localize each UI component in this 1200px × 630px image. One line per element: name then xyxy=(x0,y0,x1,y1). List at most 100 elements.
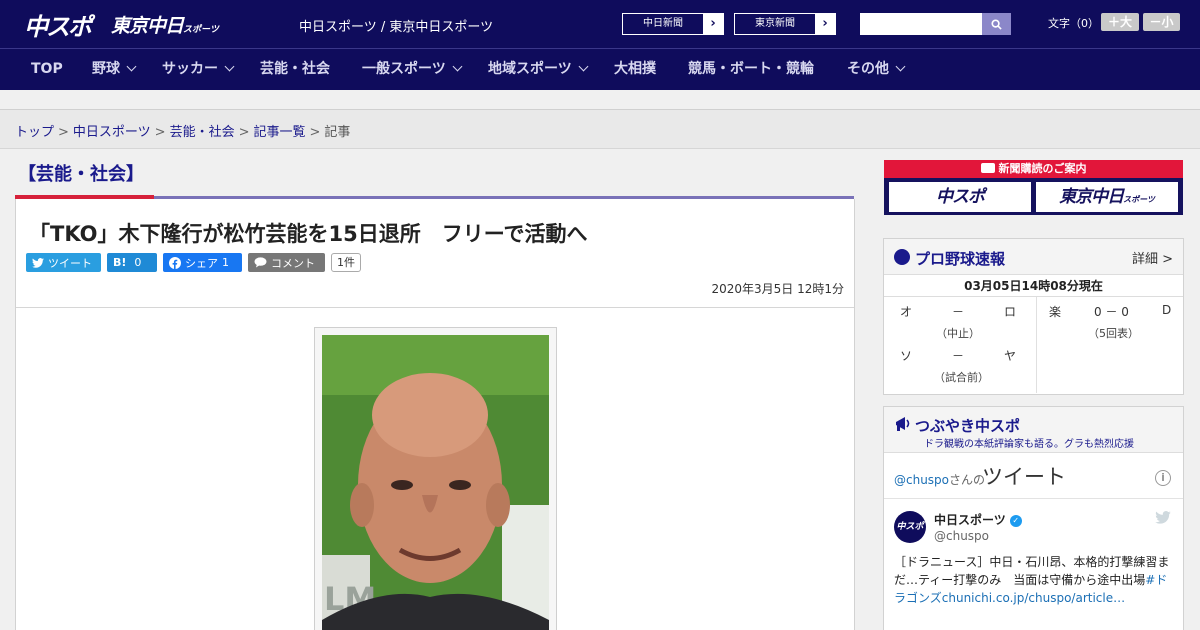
baseball-title: プロ野球速報 xyxy=(915,250,1006,268)
twitter-bird-icon xyxy=(1155,511,1171,524)
game-3-status: （試合前） xyxy=(934,371,989,384)
font-size-label: 文字（0） xyxy=(1048,17,1099,30)
tweet-label: ツイート xyxy=(48,256,92,270)
twitter-widget-title: つぶやき中スポ xyxy=(915,417,1021,435)
breadcrumb-current: 記事 xyxy=(324,125,351,140)
breadcrumb-separator: > xyxy=(309,125,321,140)
subscribe-chuspo-logo[interactable]: 中スポ xyxy=(889,182,1031,212)
game-1-away: ロ xyxy=(1004,305,1017,319)
nav-item-label: 競馬・ボート・競輪 xyxy=(688,61,814,77)
breadcrumb-separator: > xyxy=(154,125,166,140)
game-2-status: （5回表） xyxy=(1088,327,1139,340)
chunichi-shimbun-link[interactable]: 中日新聞 › xyxy=(622,13,724,35)
category-heading: 【芸能・社会】 xyxy=(18,164,144,185)
timeline-handle-suffix: さんの xyxy=(949,473,986,487)
font-size-up-button[interactable]: ＋大 xyxy=(1101,13,1139,31)
game-2-score: 0 － 0 xyxy=(1094,305,1129,319)
game-1-home: オ xyxy=(900,305,913,319)
game-1-status: （中止） xyxy=(936,327,980,340)
tokyo-shimbun-label: 東京新聞 xyxy=(735,14,815,34)
nav-item-2[interactable]: サッカー xyxy=(162,49,235,90)
nav-item-label: サッカー xyxy=(162,61,218,77)
breadcrumb-separator: > xyxy=(238,125,250,140)
subscribe-tokyo-small: スポーツ xyxy=(1123,195,1155,204)
baseball-games: オ － ロ （中止） 楽 0 － 0 D （5回表） ソ － ヤ （試合前） xyxy=(884,297,1183,393)
megaphone-icon xyxy=(896,417,910,431)
nav-item-label: TOP xyxy=(31,61,63,77)
nav-item-6[interactable]: 大相撲 xyxy=(614,49,656,90)
timeline-handle[interactable]: @chuspoさんの xyxy=(894,471,985,488)
photo-illustration: LM xyxy=(322,335,549,630)
comment-button[interactable]: コメント xyxy=(248,253,325,272)
tokyo-shimbun-link[interactable]: 東京新聞 › xyxy=(734,13,836,35)
tweet-url-link[interactable]: chunichi.co.jp/chuspo/article… xyxy=(942,591,1125,605)
info-icon[interactable]: i xyxy=(1155,470,1171,486)
chevron-down-icon xyxy=(452,61,463,72)
game-1-score: － xyxy=(952,305,965,319)
timeline-header: @chuspoさんの ツイート i xyxy=(884,453,1183,499)
tweet-author-name-text: 中日スポーツ xyxy=(934,513,1006,527)
nav-item-1[interactable]: 野球 xyxy=(92,49,137,90)
nav-item-0[interactable]: TOP xyxy=(31,49,63,90)
tweet-author-handle[interactable]: @chuspo xyxy=(934,529,989,543)
nav-item-label: 一般スポーツ xyxy=(362,61,446,77)
breadcrumb-link-1[interactable]: 中日スポーツ xyxy=(73,125,151,140)
tweet-button[interactable]: ツイート xyxy=(26,253,101,272)
nav-item-label: 大相撲 xyxy=(614,61,656,77)
search-icon xyxy=(991,18,1002,30)
chevron-right-icon: › xyxy=(710,16,716,31)
twitter-widget-header: つぶやき中スポ ドラ観戦の本紙評論家も語る。グラも熱烈応援 xyxy=(884,407,1183,453)
twitter-widget-subtitle: ドラ観戦の本紙評論家も語る。グラも熱烈応援 xyxy=(924,439,1134,450)
chevron-down-icon xyxy=(224,61,235,72)
breadcrumb-link-3[interactable]: 記事一覧 xyxy=(254,125,306,140)
game-2-away: D xyxy=(1162,303,1172,317)
chunichi-shimbun-label: 中日新聞 xyxy=(623,14,703,34)
nav-item-3[interactable]: 芸能・社会 xyxy=(260,49,330,90)
nav-item-label: 芸能・社会 xyxy=(260,61,330,77)
subscription-heading-text: 新聞購読のご案内 xyxy=(998,162,1087,175)
main-nav: TOP 野球 サッカー 芸能・社会 一般スポーツ 地域スポーツ 大相撲 競馬・ボート・競輪 その… xyxy=(0,48,1200,90)
nav-item-8[interactable]: その他 xyxy=(847,49,906,90)
breadcrumb-link-0[interactable]: トップ xyxy=(15,125,54,140)
baseball-scores-widget: プロ野球速報 詳細 > 03月05日14時08分現在 オ － ロ （中止） 楽 … xyxy=(883,238,1184,395)
nav-item-5[interactable]: 地域スポーツ xyxy=(488,49,589,90)
breadcrumb: トップ > 中日スポーツ > 芸能・社会 > 記事一覧 > 記事 xyxy=(15,121,350,140)
nav-item-label: 野球 xyxy=(92,61,120,77)
comment-count: 1件 xyxy=(331,253,361,272)
site-names: 中日スポーツ / 東京中日スポーツ xyxy=(299,20,494,35)
baseball-details-link[interactable]: 詳細 > xyxy=(1132,248,1173,267)
tokyo-chunichi-logo[interactable]: 東京中日スポーツ xyxy=(111,11,219,38)
newspaper-icon xyxy=(980,163,995,173)
nav-item-label: 地域スポーツ xyxy=(488,61,572,77)
game-3-score: － xyxy=(952,349,965,363)
avatar[interactable]: 中スポ xyxy=(894,511,926,543)
breadcrumb-link-2[interactable]: 芸能・社会 xyxy=(170,125,235,140)
chevron-right-icon: › xyxy=(822,16,828,31)
twitter-widget: つぶやき中スポ ドラ観戦の本紙評論家も語る。グラも熱烈応援 @chuspoさんの… xyxy=(883,406,1184,630)
tokyo-logo-main: 東京中日 xyxy=(111,15,184,37)
nav-item-4[interactable]: 一般スポーツ xyxy=(362,49,463,90)
breadcrumb-bar: トップ > 中日スポーツ > 芸能・社会 > 記事一覧 > 記事 xyxy=(0,110,1200,149)
font-size-down-button[interactable]: －小 xyxy=(1143,13,1180,31)
top-header: 中スポ 東京中日スポーツ 中日スポーツ / 東京中日スポーツ 中日新聞 › 東京… xyxy=(0,0,1200,48)
hatena-bookmark-icon: B! xyxy=(113,256,127,269)
facebook-share-button[interactable]: シェア 1 xyxy=(163,253,242,272)
nav-item-7[interactable]: 競馬・ボート・競輪 xyxy=(688,49,814,90)
baseball-updated-time: 03月05日14時08分現在 xyxy=(884,275,1183,297)
subscription-banner[interactable]: 新聞購読のご案内 中スポ 東京中日スポーツ xyxy=(884,160,1183,215)
hatena-bookmark-button[interactable]: B! 0 xyxy=(107,253,157,272)
facebook-share-count: 1 xyxy=(222,256,229,269)
tweet-author-name[interactable]: 中日スポーツ ✓ xyxy=(934,511,1022,528)
timeline-heading: ツイート xyxy=(982,465,1066,489)
article-divider xyxy=(16,307,854,308)
article-date: 2020年3月5日 12時1分 xyxy=(711,282,844,296)
game-3-home: ソ xyxy=(900,349,913,363)
share-buttons: ツイート B! 0 シェア 1 コメント 1件 xyxy=(26,253,361,272)
chuspo-logo[interactable]: 中スポ xyxy=(24,7,92,42)
search-input[interactable] xyxy=(860,13,982,35)
search-button[interactable] xyxy=(982,13,1011,35)
article-title: 「TKO」木下隆行が松竹芸能を15日退所 フリーで活動へ xyxy=(29,222,588,246)
article: 「TKO」木下隆行が松竹芸能を15日退所 フリーで活動へ ツイート B! 0 シ… xyxy=(15,199,855,630)
subscribe-tokyo-chunichi-logo[interactable]: 東京中日スポーツ xyxy=(1036,182,1178,212)
game-3-away: ヤ xyxy=(1004,349,1017,363)
